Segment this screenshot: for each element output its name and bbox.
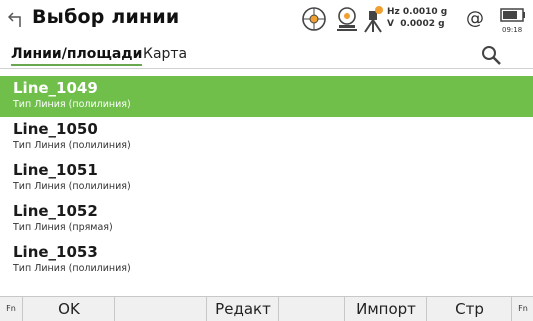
list-item-line-1050[interactable]: Line_1050 Тип Линия (полилиния)	[0, 117, 533, 158]
title-bar: Выбор линии Hz 0.0010 g V 0.0002 g @ 09:…	[0, 0, 533, 38]
battery-time: 09:18	[502, 26, 523, 34]
divider	[0, 68, 533, 69]
line-type: Тип Линия (полилиния)	[13, 181, 131, 192]
tab-map[interactable]: Карта	[143, 46, 187, 62]
fn-left-key[interactable]: Fn	[0, 297, 22, 321]
line-type: Тип Линия (прямая)	[13, 222, 113, 233]
tripod-level-icon[interactable]	[362, 5, 384, 33]
instrument-icon[interactable]	[334, 5, 360, 33]
line-name: Line_1052	[13, 202, 98, 220]
at-connection-icon[interactable]: @	[466, 8, 484, 29]
angle-readout: Hz 0.0010 g V 0.0002 g	[387, 6, 447, 30]
line-name: Line_1050	[13, 120, 98, 138]
fn-right-key[interactable]: Fn	[511, 297, 533, 321]
hz-value: Hz 0.0010 g	[387, 7, 448, 17]
tab-bar: Линии/площади Карта	[0, 44, 533, 68]
list-item-line-1049[interactable]: Line_1049 Тип Линия (полилиния)	[0, 76, 533, 117]
list-item-line-1053[interactable]: Line_1053 Тип Линия (полилиния)	[0, 240, 533, 281]
target-prism-icon[interactable]	[301, 6, 327, 32]
list-item-line-1052[interactable]: Line_1052 Тип Линия (прямая)	[0, 199, 533, 240]
softkey-empty-4[interactable]	[278, 297, 345, 321]
search-icon[interactable]	[480, 44, 502, 66]
softkey-bar: Fn OK Редакт Импорт Стр Fn	[0, 296, 533, 321]
line-type: Тип Линия (полилиния)	[13, 140, 131, 151]
page-title: Выбор линии	[32, 6, 180, 28]
back-arrow-icon[interactable]	[8, 10, 24, 28]
line-list: Line_1049 Тип Линия (полилиния) Line_105…	[0, 76, 533, 286]
softkey-empty-2[interactable]	[114, 297, 207, 321]
import-button[interactable]: Импорт	[344, 297, 427, 321]
tab-lines-areas[interactable]: Линии/площади	[11, 46, 143, 66]
line-type: Тип Линия (полилиния)	[13, 99, 131, 110]
page-button[interactable]: Стр	[426, 297, 512, 321]
line-type: Тип Линия (полилиния)	[13, 263, 131, 274]
line-name: Line_1051	[13, 161, 98, 179]
edit-button[interactable]: Редакт	[206, 297, 279, 321]
v-value: V 0.0002 g	[387, 19, 445, 29]
list-item-line-1051[interactable]: Line_1051 Тип Линия (полилиния)	[0, 158, 533, 199]
ok-button[interactable]: OK	[22, 297, 115, 321]
line-name: Line_1049	[13, 79, 98, 97]
line-name: Line_1053	[13, 243, 98, 261]
